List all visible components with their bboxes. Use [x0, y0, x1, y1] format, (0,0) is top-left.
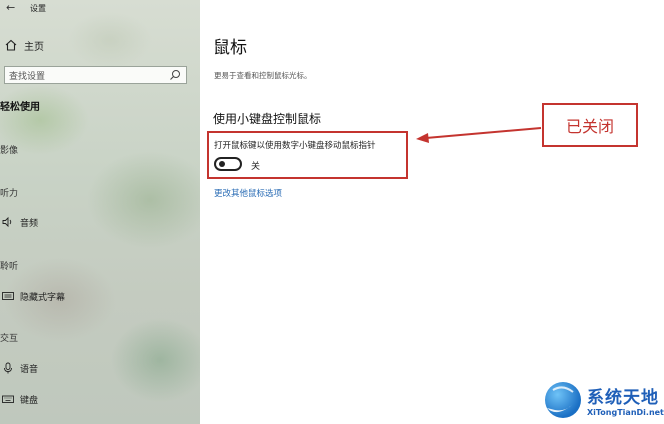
sidebar-item-speech[interactable]: 语音 — [0, 360, 200, 376]
nav-home-label: 主页 — [24, 41, 44, 53]
group-label-vision: 影像 — [0, 146, 19, 156]
microphone-icon — [4, 362, 12, 374]
logo-name-en: XiTongTianDi.net — [587, 408, 664, 417]
group-label-listening: 聆听 — [0, 262, 19, 272]
page-title: 鼠标 — [213, 38, 247, 58]
sidebar-item-label: 音频 — [20, 218, 39, 229]
mouse-keys-toggle[interactable] — [214, 157, 242, 171]
sidebar-item-label: 隐藏式字幕 — [20, 292, 66, 303]
closed-captions-icon — [2, 292, 14, 300]
watermark-logo: 系统天地 XiTongTianDi.net — [543, 378, 664, 424]
search-icon[interactable] — [168, 68, 182, 82]
section-heading: 使用小键盘控制鼠标 — [213, 112, 322, 126]
sidebar-item-keyboard[interactable]: 键盘 — [0, 391, 200, 407]
more-mouse-options-link[interactable]: 更改其他鼠标选项 — [214, 187, 282, 199]
section-header-ease-of-access: 轻松使用 — [0, 102, 40, 113]
page-description: 更易于查看和控制鼠标光标。 — [214, 71, 312, 80]
annotation-callout-text: 已关闭 — [565, 117, 614, 136]
sidebar-item-audio[interactable]: 音频 — [0, 214, 200, 230]
nav-home[interactable]: 主页 — [0, 36, 200, 54]
sidebar-item-label: 语音 — [20, 364, 39, 375]
logo-swoosh-icon — [547, 386, 574, 413]
search-placeholder: 查找设置 — [9, 71, 46, 82]
toggle-knob — [219, 161, 225, 167]
speaker-icon — [2, 216, 12, 228]
sidebar-item-label: 键盘 — [20, 395, 39, 406]
window-title: 设置 — [30, 4, 46, 13]
back-arrow-icon[interactable]: ← — [6, 1, 15, 14]
search-input[interactable]: 查找设置 — [4, 66, 187, 84]
keyboard-icon — [2, 395, 14, 403]
mouse-keys-toggle-label: 打开鼠标键以使用数字小键盘移动鼠标指针 — [214, 141, 376, 151]
sidebar-item-captions[interactable]: 隐藏式字幕 — [0, 288, 200, 304]
logo-name-cn: 系统天地 — [587, 388, 659, 408]
annotation-callout: 已关闭 — [542, 103, 638, 147]
title-bar: ← 设置 — [0, 0, 200, 16]
toggle-state-text: 关 — [251, 162, 261, 172]
sidebar: ← 设置 主页 查找设置 轻松使用 影像 听力 音频 聆听 隐藏式字幕 交互 语… — [0, 0, 200, 424]
group-label-hearing: 听力 — [0, 189, 19, 199]
group-label-interaction: 交互 — [0, 334, 19, 344]
home-icon — [5, 39, 17, 51]
main-content: 鼠标 更易于查看和控制鼠标光标。 使用小键盘控制鼠标 打开鼠标键以使用数字小键盘… — [200, 0, 664, 424]
